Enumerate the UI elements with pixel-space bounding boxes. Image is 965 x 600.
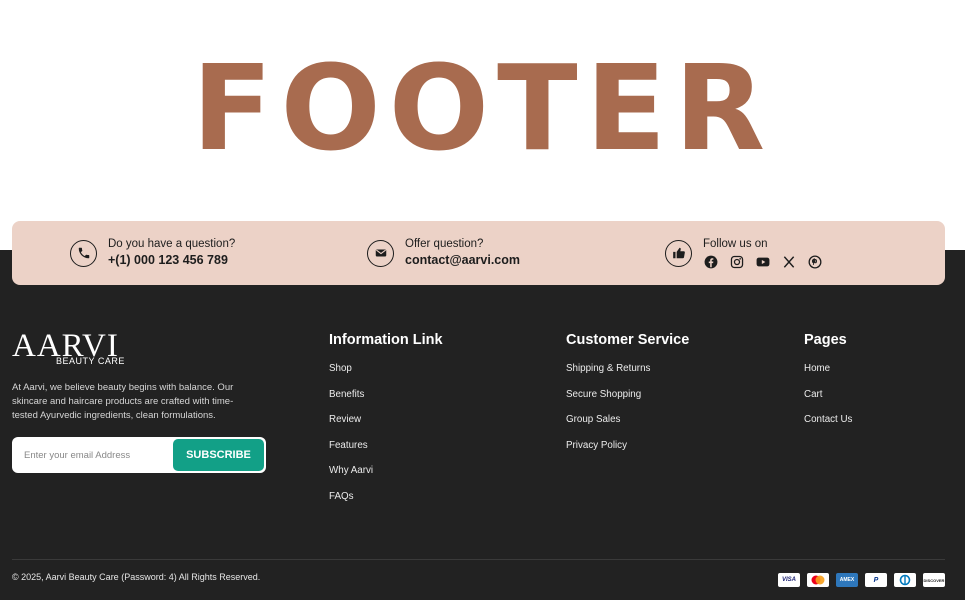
brand-logo[interactable]: AARVI BEAUTY CARE — [12, 330, 124, 368]
copyright: © 2025, Aarvi Beauty Care (Password: 4) … — [12, 572, 261, 582]
contact-phone: Do you have a question? +(1) 000 123 456… — [70, 221, 235, 285]
link-cart[interactable]: Cart — [804, 389, 852, 415]
link-review[interactable]: Review — [329, 414, 443, 440]
phone-label: Do you have a question? — [108, 238, 236, 250]
link-group-sales[interactable]: Group Sales — [566, 414, 689, 440]
instagram-icon[interactable] — [729, 254, 744, 269]
social-links — [703, 254, 833, 269]
mastercard-icon — [807, 573, 829, 587]
column-information-link: Information Link Shop Benefits Review Fe… — [329, 331, 443, 517]
about-text: At Aarvi, we believe beauty begins with … — [12, 382, 234, 421]
x-icon[interactable] — [781, 254, 796, 269]
link-benefits[interactable]: Benefits — [329, 389, 443, 415]
column-customer-service: Customer Service Shipping & Returns Secu… — [566, 331, 689, 465]
payment-methods: VISA AMEX P DISCOVER — [771, 573, 945, 587]
phone-value[interactable]: +(1) 000 123 456 789 — [108, 251, 235, 269]
link-shop[interactable]: Shop — [329, 363, 443, 389]
link-home[interactable]: Home — [804, 363, 852, 389]
email-input[interactable] — [12, 439, 172, 471]
link-privacy-policy[interactable]: Privacy Policy — [566, 440, 689, 466]
discover-icon: DISCOVER — [923, 573, 945, 587]
diners-club-icon — [894, 573, 916, 587]
newsletter-form: SUBSCRIBE — [12, 437, 266, 473]
link-faqs[interactable]: FAQs — [329, 491, 443, 517]
paypal-icon: P — [865, 573, 887, 587]
link-features[interactable]: Features — [329, 440, 443, 466]
subscribe-button[interactable]: SUBSCRIBE — [173, 439, 264, 471]
column-title: Customer Service — [566, 332, 690, 348]
hero-title: FOOTER — [191, 39, 774, 177]
column-title: Pages — [804, 332, 847, 348]
footer-divider — [12, 559, 945, 560]
hero-section: FOOTER — [0, 0, 965, 250]
visa-icon: VISA — [778, 573, 800, 587]
email-label: Offer question? — [405, 238, 484, 250]
phone-icon — [70, 239, 97, 267]
contact-social: Follow us on — [665, 221, 833, 285]
contact-bar: Do you have a question? +(1) 000 123 456… — [12, 221, 945, 285]
link-shipping-returns[interactable]: Shipping & Returns — [566, 363, 689, 389]
column-pages: Pages Home Cart Contact Us — [804, 331, 852, 440]
social-label: Follow us on — [703, 238, 768, 250]
youtube-icon[interactable] — [755, 254, 770, 269]
facebook-icon[interactable] — [703, 254, 718, 269]
thumbs-up-icon — [665, 239, 692, 267]
link-secure-shopping[interactable]: Secure Shopping — [566, 389, 689, 415]
contact-email: Offer question? contact@aarvi.com — [367, 221, 520, 285]
pinterest-icon[interactable] — [807, 254, 822, 269]
amex-icon: AMEX — [836, 573, 858, 587]
email-value[interactable]: contact@aarvi.com — [405, 251, 520, 269]
link-contact-us[interactable]: Contact Us — [804, 414, 852, 440]
envelope-icon — [367, 239, 394, 267]
logo-sub: BEAUTY CARE — [56, 356, 125, 366]
column-title: Information Link — [329, 332, 443, 348]
link-why-aarvi[interactable]: Why Aarvi — [329, 465, 443, 491]
